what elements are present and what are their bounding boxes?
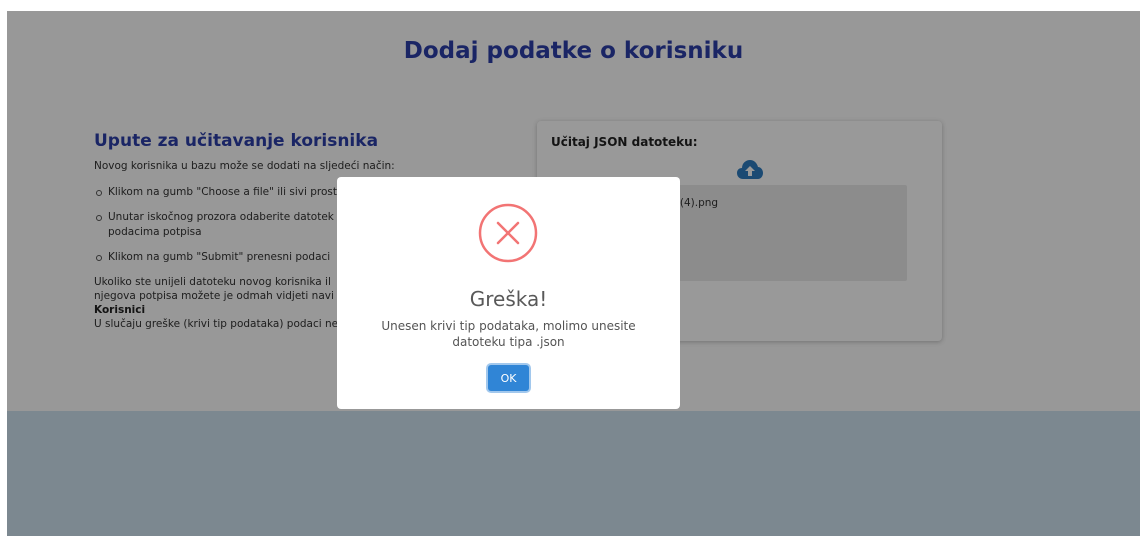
ok-button[interactable]: OK [488, 365, 529, 391]
dialog-message: Unesen krivi tip podataka, molimo unesit… [381, 319, 636, 349]
error-dialog: Greška! Unesen krivi tip podataka, molim… [337, 177, 680, 409]
error-x-icon [478, 203, 538, 263]
dialog-title: Greška! [469, 287, 548, 311]
